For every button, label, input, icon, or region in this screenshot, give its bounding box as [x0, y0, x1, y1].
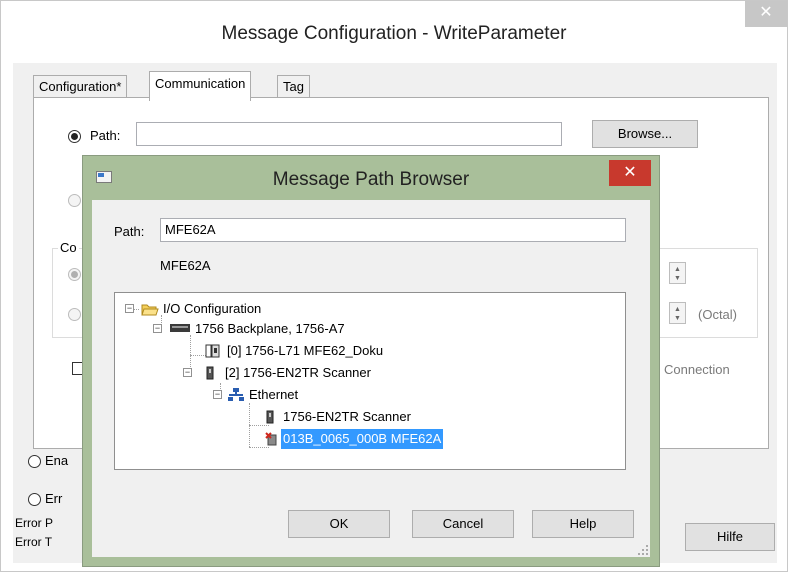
cancel-button[interactable]: Cancel	[412, 510, 514, 538]
connection-label: Connection	[664, 362, 730, 377]
tree-item[interactable]: − Ethernet	[213, 385, 373, 405]
collapse-icon[interactable]: −	[213, 390, 222, 399]
backplane-icon	[170, 324, 190, 332]
error-path-label: Error P	[15, 516, 54, 530]
collapse-icon[interactable]: −	[183, 368, 192, 377]
tree-item-label: [2] 1756-EN2TR Scanner	[225, 365, 371, 380]
octal-label: (Octal)	[698, 307, 737, 322]
ethernet-network-icon	[228, 388, 244, 401]
module-icon	[266, 410, 274, 424]
tree-item[interactable]: − 1756 Backplane, 1756-A7	[153, 319, 393, 339]
dialog-body: Path: MFE62A MFE62A − I/O Configuration	[92, 200, 650, 557]
error-radio	[28, 493, 41, 506]
broadcast-radio	[68, 194, 81, 207]
collapse-icon[interactable]: −	[125, 304, 134, 313]
dialog-title: Message Path Browser	[272, 169, 470, 190]
tree-item[interactable]: − [2] 1756-EN2TR Scanner	[183, 363, 423, 383]
path-label: Path:	[114, 224, 145, 239]
path-input[interactable]	[136, 122, 562, 146]
enable-radio	[28, 455, 41, 468]
option-radio-2	[68, 308, 81, 321]
error-text-label: Error T	[15, 535, 53, 549]
spin-control-1[interactable]: ▲ ▼	[669, 262, 686, 284]
tab-tag[interactable]: Tag	[277, 75, 310, 99]
spin-control-2[interactable]: ▲ ▼	[669, 302, 686, 324]
controller-icon	[205, 344, 220, 358]
message-path-browser-dialog: Message Path Browser ✕ Path: MFE62A MFE6…	[82, 155, 660, 567]
path-input[interactable]: MFE62A	[160, 218, 626, 242]
module-icon	[206, 366, 214, 380]
path-label: Path:	[90, 128, 121, 143]
folder-open-icon	[141, 304, 159, 316]
tree-item[interactable]: 1756-EN2TR Scanner	[265, 407, 485, 427]
close-button[interactable]: ✕	[745, 1, 787, 27]
tree-item-label: [0] 1756-L71 MFE62_Doku	[227, 343, 384, 358]
tree-item-label: 013B_0065_000B MFE62A	[281, 429, 444, 449]
window-title: Message Configuration - WriteParameter	[1, 1, 787, 63]
tree-item[interactable]: [0] 1756-L71 MFE62_Doku	[205, 341, 445, 361]
io-tree-view[interactable]: − I/O Configuration − 1756 Backplane, 17…	[114, 292, 626, 470]
enable-label: Ena	[45, 453, 69, 468]
tree-item-label: 1756-EN2TR Scanner	[283, 409, 411, 424]
tab-communication[interactable]: Communication	[149, 71, 252, 101]
resize-grip-icon[interactable]	[638, 545, 648, 555]
path-radio[interactable]	[68, 130, 81, 143]
ok-button[interactable]: OK	[288, 510, 390, 538]
tab-configuration[interactable]: Configuration*	[33, 75, 128, 99]
error-label: Err	[45, 491, 63, 506]
group-label: Co	[58, 240, 79, 255]
tree-item-selected[interactable]: 013B_0065_000B MFE62A	[265, 429, 505, 449]
browse-button[interactable]: Browse...	[592, 120, 698, 148]
tree-item-label: Ethernet	[249, 387, 299, 402]
drive-device-icon	[265, 432, 277, 446]
dialog-close-button[interactable]: ✕	[609, 160, 651, 186]
collapse-icon[interactable]: −	[153, 324, 162, 333]
help-button[interactable]: Help	[532, 510, 634, 538]
tree-item-label: I/O Configuration	[163, 301, 262, 316]
option-radio-1	[68, 268, 81, 281]
tree-item[interactable]: − I/O Configuration	[125, 299, 345, 319]
tree-item-label: 1756 Backplane, 1756-A7	[195, 321, 345, 336]
hilfe-button[interactable]: Hilfe	[685, 523, 775, 551]
path-display: MFE62A	[160, 258, 211, 273]
